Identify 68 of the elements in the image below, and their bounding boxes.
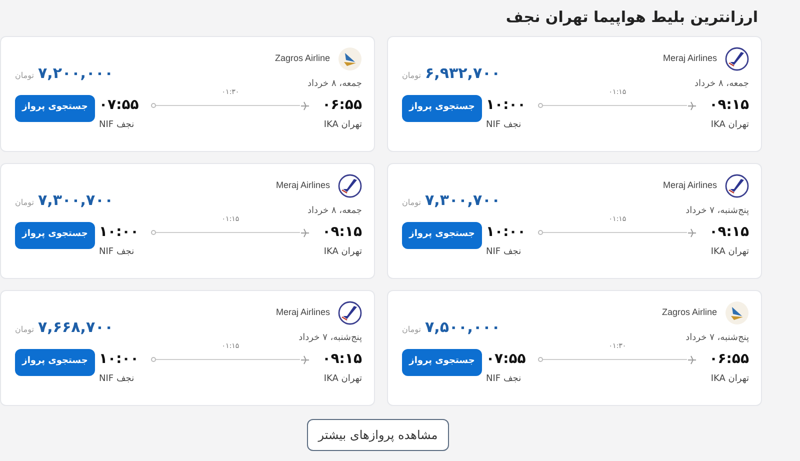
ticket-price: ۷,۳۰۰,۷۰۰	[38, 190, 114, 211]
currency-label: تومان	[15, 70, 34, 82]
currency-label: تومان	[402, 197, 421, 209]
departure-time: ۰۹:۱۵	[709, 96, 749, 115]
airline-name: Meraj Airlines	[276, 306, 330, 320]
airline-logo-icon	[725, 301, 749, 325]
flight-date: جمعه، ۸ خرداد	[308, 205, 362, 218]
flight-date: پنج‌شنبه، ۷ خرداد	[298, 332, 362, 345]
origin-airport: تهران IKA	[710, 118, 749, 132]
search-flight-button[interactable]: جستجوی پرواز	[402, 222, 482, 248]
plane-icon	[300, 100, 310, 110]
arrival-time: ۰۷:۵۵	[486, 350, 526, 369]
origin-airport: تهران IKA	[710, 246, 749, 258]
search-flight-button[interactable]: جستجوی پرواز	[15, 222, 95, 248]
currency-label: تومان	[402, 70, 421, 82]
airline-name: Meraj Airlines	[662, 52, 717, 66]
plane-icon	[687, 228, 698, 238]
arrival-time: ۱۰:۰۰	[99, 350, 139, 369]
airline-name: Meraj Airlines	[662, 179, 717, 192]
arrival-time: ۰۷:۵۵	[99, 96, 139, 115]
currency-label: تومان	[15, 197, 34, 209]
plane-icon	[300, 354, 310, 364]
ticket-price: ۷,۲۰۰,۰۰۰	[38, 63, 114, 84]
search-flight-button[interactable]: جستجوی پرواز	[402, 94, 482, 122]
airline-logo-icon	[725, 174, 749, 198]
departure-time: ۰۹:۱۵	[322, 350, 362, 369]
origin-airport: تهران IKA	[710, 372, 749, 386]
currency-label: تومان	[402, 324, 421, 336]
ticket-price: ۷,۳۰۰,۷۰۰	[424, 190, 500, 211]
origin-airport: تهران IKA	[324, 118, 362, 132]
ticket-price: ۷,۶۶۸,۷۰۰	[38, 317, 114, 338]
destination-airport: نجف NIF	[99, 372, 134, 386]
flight-date: جمعه، ۸ خرداد	[308, 78, 362, 91]
departure-time: ۰۶:۵۵	[322, 96, 362, 115]
departure-time: ۰۶:۵۵	[709, 350, 749, 369]
airline-name: Zagros Airline	[274, 52, 330, 66]
airline-logo-icon	[338, 301, 362, 325]
origin-airport: تهران IKA	[324, 246, 362, 258]
more-flights-button[interactable]: مشاهده پروازهای بیشتر	[307, 419, 449, 451]
flight-date: پنج‌شنبه، ۷ خرداد	[686, 205, 749, 218]
destination-airport: نجف NIF	[486, 246, 522, 258]
destination-airport: نجف NIF	[99, 246, 134, 258]
origin-airport: تهران IKA	[324, 372, 362, 386]
search-flight-button[interactable]: جستجوی پرواز	[402, 348, 482, 376]
plane-icon	[300, 228, 310, 238]
ticket-price: ۶,۹۳۲,۷۰۰	[424, 63, 500, 84]
flight-date: جمعه، ۸ خرداد	[694, 78, 749, 91]
destination-airport: نجف NIF	[486, 372, 522, 386]
plane-icon	[687, 354, 698, 364]
destination-airport: نجف NIF	[486, 118, 522, 132]
destination-airport: نجف NIF	[99, 118, 134, 132]
page-title: ارزانترین بلیط هواپیما تهران نجف	[504, 7, 759, 28]
departure-time: ۰۹:۱۵	[322, 223, 362, 242]
arrival-time: ۱۰:۰۰	[486, 223, 526, 242]
airline-logo-icon	[725, 47, 749, 71]
ticket-price: ۷,۵۰۰,۰۰۰	[424, 317, 500, 338]
arrival-time: ۱۰:۰۰	[486, 96, 526, 115]
plane-icon	[687, 100, 698, 110]
airline-name: Zagros Airline	[662, 306, 717, 320]
departure-time: ۰۹:۱۵	[709, 223, 749, 242]
flight-date: پنج‌شنبه، ۷ خرداد	[686, 332, 749, 345]
search-flight-button[interactable]: جستجوی پرواز	[15, 348, 95, 376]
search-flight-button[interactable]: جستجوی پرواز	[15, 94, 95, 122]
airline-name: Meraj Airlines	[276, 179, 330, 192]
arrival-time: ۱۰:۰۰	[99, 223, 139, 242]
airline-logo-icon	[338, 174, 362, 198]
airline-logo-icon	[338, 47, 362, 71]
currency-label: تومان	[15, 324, 34, 336]
